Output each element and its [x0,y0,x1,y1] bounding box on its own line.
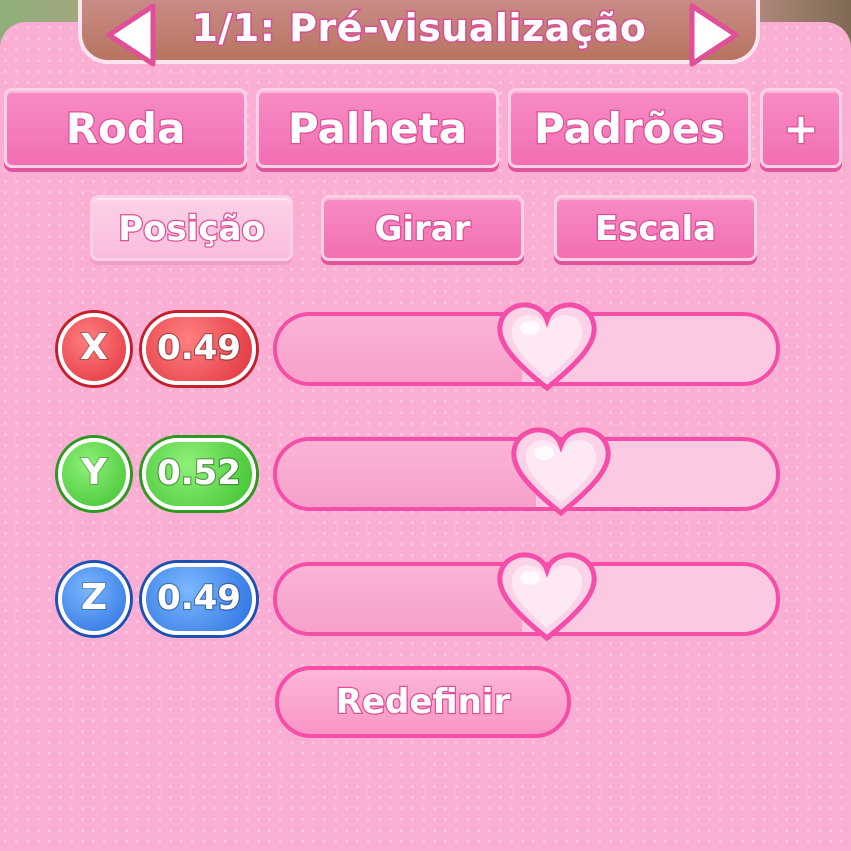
tab-palheta[interactable]: Palheta [256,88,499,168]
axis-x-value[interactable]: 0.49 [142,313,256,385]
preview-header: 1/1: Pré-visualização [78,0,760,64]
axis-z-value[interactable]: 0.49 [142,563,256,635]
tab-padroes[interactable]: Padrões [508,88,751,168]
axis-z-badge: Z [58,563,130,635]
axis-y-slider-fill [277,441,537,507]
axis-x-slider-fill [277,316,522,382]
subtab-posicao[interactable]: Posição [90,195,293,261]
heart-icon[interactable] [492,548,602,644]
reset-button[interactable]: Redefinir [275,666,571,738]
heart-icon[interactable] [506,423,616,519]
subtab-escala[interactable]: Escala [554,195,757,261]
tab-more-button[interactable]: + [760,88,842,168]
chevron-right-icon[interactable] [680,0,750,70]
chevron-left-icon[interactable] [95,0,165,70]
axis-y-value[interactable]: 0.52 [142,438,256,510]
page-title: 1/1: Pré-visualização [190,5,648,52]
heart-icon[interactable] [492,298,602,394]
axis-x-badge: X [58,313,130,385]
axis-y-badge: Y [58,438,130,510]
tab-roda[interactable]: Roda [4,88,247,168]
axis-z-slider-fill [277,566,522,632]
subtab-girar[interactable]: Girar [321,195,524,261]
